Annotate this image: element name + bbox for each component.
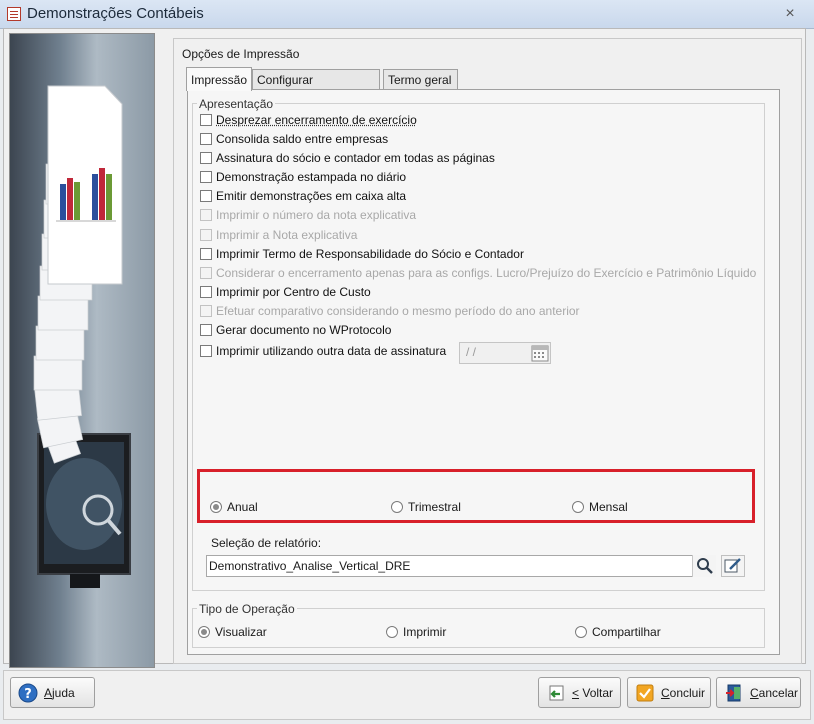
radio-button[interactable] [572, 501, 584, 513]
cancel-button[interactable]: Cancelar [716, 677, 801, 708]
radio-imprimir[interactable]: Imprimir [386, 625, 446, 639]
checkbox[interactable] [200, 171, 212, 183]
option-numero-nota-explicativa: Imprimir o número da nota explicativa [200, 207, 416, 223]
radio-button[interactable] [386, 626, 398, 638]
period-highlight-box [197, 469, 755, 523]
back-arrow-icon [549, 685, 564, 700]
ledger-app-icon [7, 7, 21, 21]
option-consolida-saldo[interactable]: Consolida saldo entre empresas [200, 131, 388, 147]
exit-door-icon [726, 684, 741, 701]
checkbox [200, 267, 212, 279]
option-caixa-alta[interactable]: Emitir demonstrações em caixa alta [200, 188, 406, 204]
window-title: Demonstrações Contábeis [27, 5, 204, 22]
checkbox[interactable] [200, 190, 212, 202]
check-icon [636, 684, 654, 701]
close-icon[interactable]: × [778, 4, 802, 24]
tipo-operacao-title: Tipo de Operação [197, 602, 297, 616]
back-button[interactable]: < Voltar [538, 677, 621, 708]
radio-anual[interactable]: Anual [210, 500, 258, 514]
edit-icon [724, 558, 741, 573]
back-label: < Voltar [572, 685, 614, 700]
tab-configurar-assinaturas[interactable]: Configurar Assinaturas [252, 69, 380, 108]
edit-report-button[interactable] [721, 555, 745, 577]
title-bar: Demonstrações Contábeis × [0, 0, 814, 29]
option-estampada-diario[interactable]: Demonstração estampada no diário [200, 169, 406, 185]
radio-button[interactable] [391, 501, 403, 513]
checkbox[interactable] [200, 133, 212, 145]
option-nota-explicativa: Imprimir a Nota explicativa [200, 227, 357, 243]
checkbox[interactable] [200, 248, 212, 260]
radio-mensal[interactable]: Mensal [572, 500, 628, 514]
search-button[interactable] [692, 555, 716, 577]
option-termo-responsabilidade[interactable]: Imprimir Termo de Responsabilidade do Só… [200, 246, 524, 262]
tab-impressao[interactable]: Impressão [186, 67, 252, 91]
help-label: Ajuda [44, 685, 75, 700]
option-gerar-wprotocolo[interactable]: Gerar documento no WProtocolo [200, 322, 391, 338]
option-considerar-encerramento: Considerar o encerramento apenas para as… [200, 265, 756, 281]
finish-button[interactable]: Concluir [627, 677, 711, 708]
checkbox[interactable] [200, 345, 212, 357]
date-value: / / [466, 345, 477, 359]
apresentacao-title: Apresentação [197, 97, 276, 111]
help-icon: ? [18, 683, 38, 702]
tab-termo-geral[interactable]: Termo geral [383, 69, 458, 90]
radio-button[interactable] [210, 501, 222, 513]
checkbox[interactable] [200, 114, 212, 126]
checkbox [200, 229, 212, 241]
calendar-icon[interactable] [531, 344, 549, 362]
checkbox[interactable] [200, 324, 212, 336]
checkbox[interactable] [200, 286, 212, 298]
radio-visualizar[interactable]: Visualizar [198, 625, 267, 639]
panel-title: Opções de Impressão [182, 47, 300, 61]
option-outra-data-assinatura[interactable]: Imprimir utilizando outra data de assina… [200, 343, 446, 359]
option-assinatura-todas-paginas[interactable]: Assinatura do sócio e contador em todas … [200, 150, 495, 166]
svg-text:?: ? [24, 687, 32, 702]
radio-button[interactable] [575, 626, 587, 638]
checkbox[interactable] [200, 152, 212, 164]
relatorio-label: Seleção de relatório: [211, 536, 322, 550]
cancel-label: Cancelar [750, 685, 799, 700]
option-centro-custo[interactable]: Imprimir por Centro de Custo [200, 284, 371, 300]
checkbox [200, 305, 212, 317]
finish-label: Concluir [661, 685, 706, 700]
relatorio-input[interactable]: Demonstrativo_Analise_Vertical_DRE [206, 555, 716, 577]
option-comparativo-ano-anterior: Efetuar comparativo considerando o mesmo… [200, 303, 580, 319]
help-button[interactable]: ? Ajuda [10, 677, 95, 708]
option-desprezar-encerramento[interactable]: Desprezar encerramento de exercício [200, 112, 417, 128]
search-icon [697, 558, 713, 574]
checkbox [200, 209, 212, 221]
radio-compartilhar[interactable]: Compartilhar [575, 625, 661, 639]
side-illustration [9, 33, 155, 668]
radio-trimestral[interactable]: Trimestral [391, 500, 461, 514]
radio-button[interactable] [198, 626, 210, 638]
